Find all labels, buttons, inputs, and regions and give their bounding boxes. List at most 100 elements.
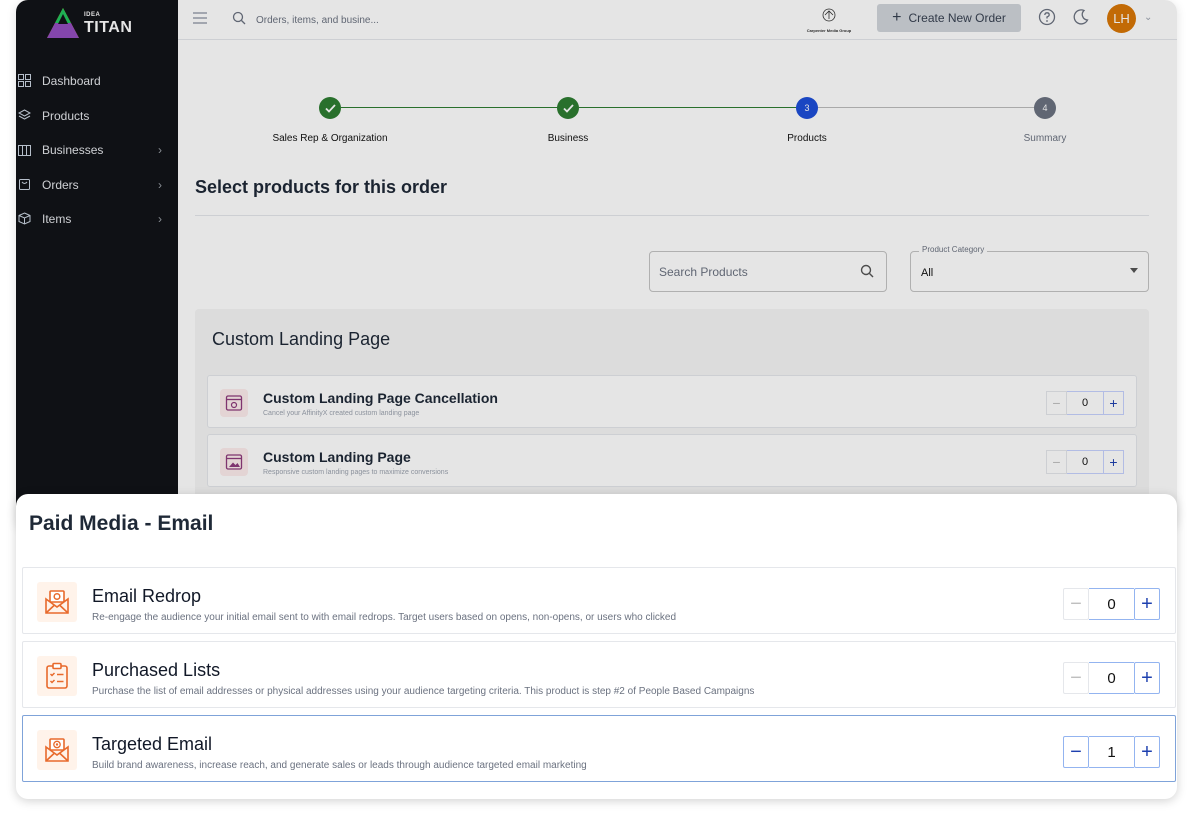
quantity-value[interactable]: 1 — [1089, 736, 1134, 768]
targeted-email-icon — [37, 730, 77, 770]
product-name: Targeted Email — [92, 734, 213, 754]
brand-small: IDEA — [84, 12, 101, 18]
product-search-input[interactable]: Search Products — [649, 251, 887, 292]
product-name: Email Redrop — [92, 586, 202, 606]
dark-mode-icon[interactable] — [1072, 8, 1090, 31]
product-description: Cancel your AffinityX created custom lan… — [263, 410, 420, 417]
app-window: IDEA TITAN Dashboard Products Businesses… — [16, 0, 1177, 530]
sidebar-item-label: Items — [42, 212, 72, 227]
building-icon — [18, 143, 32, 157]
quantity-stepper: − 1 + — [1063, 736, 1160, 768]
menu-icon[interactable] — [192, 11, 208, 25]
chevron-right-icon: › — [158, 212, 162, 227]
decrement-button[interactable]: − — [1063, 588, 1089, 620]
product-row: Custom Landing Page Responsive custom la… — [207, 434, 1137, 487]
step-4-number: 4 — [1034, 97, 1056, 119]
sidebar: IDEA TITAN Dashboard Products Businesses… — [16, 0, 178, 530]
sidebar-item-products[interactable]: Products — [16, 99, 178, 134]
sidebar-nav: Dashboard Products Businesses › Orders ›… — [16, 64, 178, 237]
divider — [195, 215, 1149, 216]
step-1-check-icon — [319, 97, 341, 119]
step-connector — [341, 107, 567, 108]
decrement-button[interactable]: − — [1046, 450, 1067, 474]
chevron-down-icon[interactable]: ⌄ — [1144, 12, 1152, 23]
group-title: Paid Media - Email — [29, 512, 214, 535]
quantity-value[interactable]: 0 — [1067, 391, 1103, 415]
decrement-button[interactable]: − — [1063, 662, 1089, 694]
email-redrop-icon — [37, 582, 77, 622]
org-logo-text: Carpenter Media Group — [806, 28, 852, 33]
decrement-button[interactable]: − — [1063, 736, 1089, 768]
clipboard-list-icon — [37, 656, 77, 696]
create-new-order-label: Create New Order — [908, 11, 1006, 25]
help-icon[interactable] — [1038, 8, 1056, 31]
product-group-paid-media-email: Paid Media - Email Email Redrop Re-engag… — [16, 494, 1177, 799]
chevron-right-icon: › — [158, 177, 162, 192]
quantity-stepper: − 0 + — [1046, 391, 1126, 415]
product-row-targeted-email: Targeted Email Build brand awareness, in… — [22, 715, 1176, 782]
product-row-purchased-lists: Purchased Lists Purchase the list of ema… — [22, 641, 1176, 708]
top-bar: Orders, items, and busine... Carpenter M… — [178, 0, 1177, 40]
decrement-button[interactable]: − — [1046, 391, 1067, 415]
product-category-select[interactable]: Product Category All — [910, 245, 1149, 292]
increment-button[interactable]: + — [1103, 391, 1124, 415]
increment-button[interactable]: + — [1134, 736, 1160, 768]
step-connector — [579, 107, 806, 108]
brand-name: TITAN — [84, 19, 133, 36]
titan-logo-icon — [47, 8, 79, 38]
order-stepper: 3 4 Sales Rep & Organization Business Pr… — [178, 41, 1177, 161]
search-icon — [860, 264, 874, 281]
brand-logo[interactable]: IDEA TITAN — [46, 6, 146, 40]
landing-page-icon — [220, 448, 248, 476]
quantity-value[interactable]: 0 — [1089, 588, 1134, 620]
page-title: Select products for this order — [195, 177, 448, 197]
box-icon — [18, 178, 32, 192]
product-name: Custom Landing Page Cancellation — [263, 390, 498, 406]
search-icon — [232, 11, 246, 30]
main-content: 3 4 Sales Rep & Organization Business Pr… — [178, 41, 1177, 530]
sidebar-item-label: Products — [42, 108, 90, 123]
product-name: Custom Landing Page — [263, 449, 411, 465]
create-new-order-button[interactable]: + Create New Order — [877, 4, 1021, 32]
product-description: Purchase the list of email addresses or … — [92, 686, 755, 697]
quantity-stepper: − 0 + — [1063, 588, 1160, 620]
quantity-stepper: − 0 + — [1046, 450, 1126, 474]
increment-button[interactable]: + — [1134, 662, 1160, 694]
org-logo-icon — [822, 8, 836, 22]
step-2-check-icon — [557, 97, 579, 119]
step-label-products: Products — [787, 133, 827, 144]
sidebar-item-businesses[interactable]: Businesses › — [16, 133, 178, 168]
chevron-right-icon: › — [158, 143, 162, 158]
global-search-placeholder: Orders, items, and busine... — [256, 14, 379, 26]
sidebar-item-label: Dashboard — [42, 74, 101, 89]
quantity-stepper: − 0 + — [1063, 662, 1160, 694]
quantity-value[interactable]: 0 — [1089, 662, 1134, 694]
quantity-value[interactable]: 0 — [1067, 450, 1103, 474]
product-description: Responsive custom landing pages to maxim… — [263, 469, 449, 476]
cube-icon — [18, 212, 32, 226]
increment-button[interactable]: + — [1134, 588, 1160, 620]
sidebar-item-items[interactable]: Items › — [16, 202, 178, 237]
product-category-label: Product Category — [919, 245, 988, 254]
avatar[interactable]: LH — [1107, 4, 1136, 33]
global-search[interactable]: Orders, items, and busine... — [232, 10, 532, 30]
step-label-summary: Summary — [1023, 133, 1067, 144]
increment-button[interactable]: + — [1103, 450, 1124, 474]
sidebar-item-label: Businesses — [42, 143, 104, 158]
grid-icon — [18, 74, 32, 88]
product-description: Build brand awareness, increase reach, a… — [92, 760, 587, 771]
step-3-number: 3 — [796, 97, 818, 119]
product-description: Re-engage the audience your initial emai… — [92, 612, 677, 623]
plus-icon: + — [892, 9, 902, 26]
product-category-value: All — [921, 267, 934, 279]
product-name: Purchased Lists — [92, 660, 221, 680]
sidebar-item-orders[interactable]: Orders › — [16, 168, 178, 203]
layers-icon — [18, 109, 32, 123]
org-logo: Carpenter Media Group — [794, 8, 864, 33]
landing-page-cancel-icon — [220, 389, 248, 417]
step-connector — [818, 107, 1045, 108]
dropdown-arrow-icon — [1130, 268, 1138, 273]
product-search-placeholder: Search Products — [659, 264, 748, 279]
product-row-email-redrop: Email Redrop Re-engage the audience your… — [22, 567, 1176, 634]
sidebar-item-dashboard[interactable]: Dashboard — [16, 64, 178, 99]
